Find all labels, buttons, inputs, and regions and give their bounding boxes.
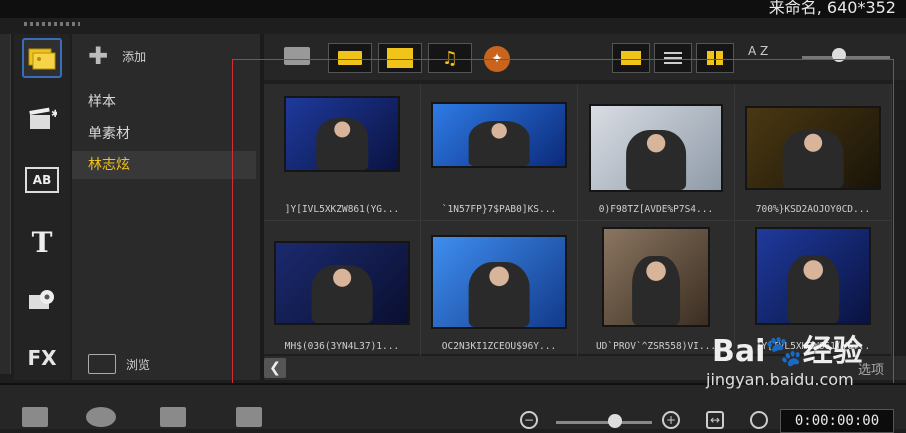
thumbnail-caption: ]Y[IVL5XKZW861(YG... xyxy=(284,204,400,215)
vertical-scrollbar[interactable] xyxy=(892,84,904,354)
clock-icon[interactable] xyxy=(750,411,768,429)
media-thumbnail-item[interactable]: 700%}KSD2AOJOY0CD... xyxy=(735,84,892,221)
media-thumbnail-item[interactable]: 0)F98TZ[AVDE%P7S4... xyxy=(578,84,735,221)
library-tabs: ✱ AB T FX xyxy=(14,34,70,380)
sort-az-icon: A Z xyxy=(748,44,769,58)
window-title: 来命名, 640*352 xyxy=(768,0,896,17)
folder-item-single[interactable]: 单素材 xyxy=(72,120,256,148)
person-silhouette xyxy=(782,130,844,188)
thumbnail-caption: MH$(036(3YN4L37)1... xyxy=(284,341,400,352)
thumbnail-icon xyxy=(707,51,723,65)
svg-text:✱: ✱ xyxy=(51,109,57,120)
thumbnail-image xyxy=(286,98,398,170)
thumbnail-image xyxy=(591,106,721,190)
library-toolbar: ♫ ✦ A Z xyxy=(264,34,906,80)
list-view-large-button[interactable] xyxy=(612,43,650,73)
sort-button[interactable]: A Z xyxy=(748,44,768,58)
media-thumbnail-item[interactable]: ]Y[IVL5XKZW861(YG... xyxy=(264,84,421,221)
zoom-in-icon[interactable]: + xyxy=(662,411,680,429)
paw-icon: 🐾 xyxy=(765,334,803,369)
timeline-zoom-knob[interactable] xyxy=(608,414,622,428)
title-tab-icon[interactable]: T xyxy=(22,222,62,262)
instant-project-icon[interactable]: ✱ xyxy=(22,100,62,140)
watermark-url: jingyan.baidu.com xyxy=(706,370,854,389)
list-view-details-button[interactable] xyxy=(654,43,692,73)
thumbnail-view-button[interactable] xyxy=(696,43,734,73)
browse-icon xyxy=(88,354,116,374)
mixer-icon[interactable] xyxy=(86,407,116,427)
person-silhouette xyxy=(626,129,686,190)
fit-to-window-icon[interactable]: ↔ xyxy=(706,411,724,429)
baidu-watermark: Bai🐾经验 jingyan.baidu.com xyxy=(694,326,904,406)
folder-item-label: 样本 xyxy=(88,94,116,110)
thumbnail-image xyxy=(747,108,879,188)
media-folder-panel: ✚ 添加 样本 单素材 林志炫 浏览 xyxy=(72,34,260,380)
thumbnail-caption: 700%}KSD2AOJOY0CD... xyxy=(755,204,871,215)
thumbnail-caption: 0)F98TZ[AVDE%P7S4... xyxy=(598,204,714,215)
filter-tab-icon[interactable]: FX xyxy=(22,338,62,378)
thumbnail-image xyxy=(276,243,408,323)
media-grid: ]Y[IVL5XKZW861(YG... `1N57FP}7$PAB0]KS...… xyxy=(264,84,892,358)
media-thumbnail-item[interactable]: `1N57FP}7$PAB0]KS... xyxy=(421,84,578,221)
track-manager-icon[interactable] xyxy=(236,407,262,427)
thumbnail-image xyxy=(757,229,869,323)
add-folder-button[interactable]: ✚ 添加 xyxy=(88,42,147,70)
media-library-icon[interactable] xyxy=(22,38,62,78)
folder-item-label: 林志炫 xyxy=(88,157,130,173)
transition-filter-icon[interactable]: ✦ xyxy=(484,46,510,72)
title-bar: 来命名, 640*352 xyxy=(0,0,906,18)
thumbnail-caption: OC2N3KI1ZCEOU$96Y... xyxy=(441,341,557,352)
thumbnail-size-knob[interactable] xyxy=(832,48,846,62)
person-silhouette xyxy=(468,262,530,327)
zoom-out-icon[interactable]: − xyxy=(520,411,538,429)
plus-icon: ✚ xyxy=(88,42,109,70)
list-details-icon xyxy=(664,52,682,64)
show-audio-button[interactable]: ♫ xyxy=(428,43,472,73)
thumbnail-size-slider[interactable] xyxy=(802,56,890,59)
person-silhouette xyxy=(316,118,368,170)
person-silhouette xyxy=(311,265,373,323)
title-icon[interactable] xyxy=(160,407,186,427)
folder-item-selected[interactable]: 林志炫 xyxy=(72,151,256,179)
watermark-brand: Bai🐾经验 xyxy=(712,334,863,369)
folder-icon[interactable] xyxy=(284,47,310,65)
photo-icon xyxy=(387,48,413,68)
thumbnail-image xyxy=(433,104,565,166)
music-note-icon: ♫ xyxy=(441,47,459,69)
panel-grip[interactable] xyxy=(24,22,80,26)
browse-button[interactable]: 浏览 xyxy=(88,354,150,374)
person-silhouette xyxy=(632,255,680,325)
left-rail xyxy=(0,34,11,374)
person-silhouette xyxy=(468,121,530,166)
timeline-zoom-slider[interactable] xyxy=(556,421,652,424)
thumbnail-caption: `1N57FP}7$PAB0]KS... xyxy=(441,204,557,215)
folder-item-label: 单素材 xyxy=(88,126,130,142)
media-thumbnail-item[interactable]: OC2N3KI1ZCEOU$96Y... xyxy=(421,221,578,358)
transition-tab-icon[interactable]: AB xyxy=(22,160,62,200)
media-thumbnail-item[interactable]: MH$(036(3YN4L37)1... xyxy=(264,221,421,358)
folder-item-sample[interactable]: 样本 xyxy=(72,88,256,116)
person-silhouette xyxy=(787,255,839,323)
graphics-tab-icon[interactable] xyxy=(22,280,62,320)
browse-label: 浏览 xyxy=(126,357,151,372)
record-capture-icon[interactable] xyxy=(22,407,48,427)
thumbnail-image xyxy=(433,237,565,327)
collapse-arrow-icon[interactable]: ❮ xyxy=(264,358,286,378)
show-photos-button[interactable] xyxy=(378,43,422,73)
thumbnail-image xyxy=(604,229,708,325)
list-large-icon xyxy=(621,51,641,65)
show-videos-button[interactable] xyxy=(328,43,372,73)
timecode-display[interactable]: 0:00:00:00 xyxy=(780,409,894,433)
film-icon xyxy=(338,51,362,65)
add-label: 添加 xyxy=(122,49,147,64)
